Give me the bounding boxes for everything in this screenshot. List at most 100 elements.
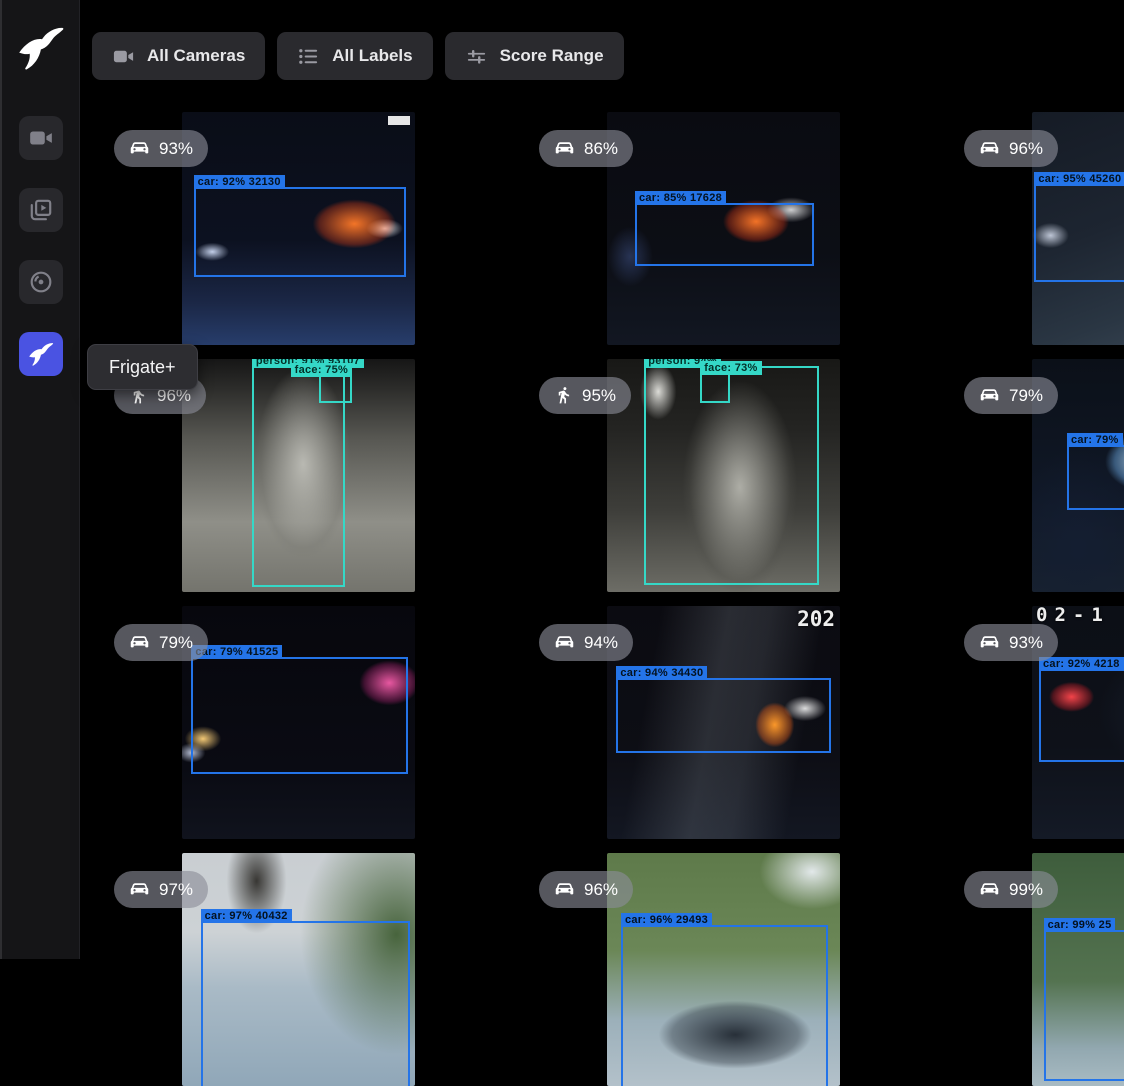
detection-tile[interactable]: car: 79% 79% [936,359,1124,592]
score-value: 79% [159,633,193,653]
detection-tile[interactable]: car: 96% 2949396% [511,853,936,1086]
score-value: 93% [159,139,193,159]
bounding-box-label: face: 75% [291,363,352,377]
disc-icon [28,269,54,295]
timestamp-overlay-fragment: 02-1 00 0 [1036,606,1124,626]
bounding-box-label: car: 97% 40432 [201,909,292,923]
score-badge: 94% [539,624,633,661]
object-bounding-box: car: 79% [1067,445,1124,510]
object-bounding-box: car: 96% 29493 [621,925,828,1086]
detection-tile[interactable]: person: 91% 93107face: 75%96% [86,359,511,592]
bounding-box-label: car: 94% 34430 [616,666,707,680]
timestamp-overlay-fragment: 202 [797,607,835,631]
frigate-bird-icon [28,341,54,367]
person-icon [554,386,573,405]
score-value: 99% [1009,880,1043,900]
car-icon [979,632,1000,653]
score-badge: 96% [964,130,1058,167]
score-badge: 93% [964,624,1058,661]
detection-tile[interactable]: car: 85% 17628 86% [511,112,936,345]
all-labels-filter-button[interactable]: All Labels [277,32,432,80]
car-icon [129,632,150,653]
score-value: 96% [1009,139,1043,159]
car-icon [129,138,150,159]
object-bounding-box: person: 94% [644,366,819,585]
car-icon [979,879,1000,900]
sidebar-item-frigate-plus[interactable] [19,332,63,376]
detection-tile[interactable]: car: 99% 25 99% [936,853,1124,1086]
score-badge: 79% [114,624,208,661]
detection-tile[interactable]: car: 92% 32130 93% [86,112,511,345]
detection-tile[interactable]: car: 79% 4152579% [86,606,511,839]
object-bounding-box: car: 94% 34430 [616,678,830,753]
detection-tile[interactable]: car: 95% 45260 96% [936,112,1124,345]
bounding-box-label: car: 85% 17628 [635,191,726,205]
score-badge: 95% [539,377,631,414]
tooltip-frigate-plus: Frigate+ [87,344,198,390]
detection-tile[interactable]: car: 94% 34430 202 94% [511,606,936,839]
detection-tile[interactable]: person: 94%face: 73%95% [511,359,936,592]
score-value: 96% [584,880,618,900]
bounding-box-label: car: 95% 45260 [1034,172,1124,186]
bounding-box-label: car: 96% 29493 [621,913,712,927]
filter-label: All Labels [332,46,412,66]
sidebar-item-live[interactable] [19,116,63,160]
detection-tile[interactable]: car: 97% 40432 97% [86,853,511,1086]
filter-label: All Cameras [147,46,245,66]
sliders-icon [465,45,488,68]
score-value: 93% [1009,633,1043,653]
car-icon [979,138,1000,159]
thumbnail-image: car: 85% 17628 [607,112,840,345]
object-bounding-box: car: 95% 45260 [1034,184,1124,282]
car-icon [129,879,150,900]
score-range-filter-button[interactable]: Score Range [445,32,624,80]
list-icon [297,45,320,68]
bounding-box-label: car: 79% [1067,433,1123,447]
sidebar-item-export[interactable] [19,260,63,304]
face-bounding-box: face: 75% [319,375,352,403]
all-cameras-filter-button[interactable]: All Cameras [92,32,265,80]
thumbnail-image: person: 94%face: 73% [607,359,840,592]
score-value: 79% [1009,386,1043,406]
car-icon [979,385,1000,406]
score-badge: 96% [539,871,633,908]
camera-icon [112,45,135,68]
camera-icon [28,125,54,151]
object-bounding-box: car: 92% 4218 [1039,669,1124,762]
thumbnail-image: car: 79% 41525 [182,606,415,839]
tooltip-label: Frigate+ [109,357,176,378]
thumbnail-image: car: 92% 32130 [182,112,415,345]
sidebar-item-review[interactable] [19,188,63,232]
video-library-icon [28,197,54,223]
score-badge: 79% [964,377,1058,414]
score-value: 94% [584,633,618,653]
car-icon [554,879,575,900]
object-bounding-box: car: 85% 17628 [635,203,814,266]
score-value: 95% [582,386,616,406]
object-bounding-box: car: 92% 32130 [194,187,406,278]
frigate-logo [17,22,65,74]
score-value: 86% [584,139,618,159]
bounding-box-label: car: 92% 4218 [1039,657,1124,671]
score-badge: 93% [114,130,208,167]
bounding-box-label: car: 92% 32130 [194,175,285,189]
object-bounding-box: car: 97% 40432 [201,921,411,1086]
car-icon [554,632,575,653]
sidebar [0,0,80,959]
score-value: 97% [159,880,193,900]
thumbnail-image: car: 96% 29493 [607,853,840,1086]
detections-grid: car: 92% 32130 93% car: 85% 17628 86% car: 9… [86,112,1124,1086]
score-badge: 97% [114,871,208,908]
face-bounding-box: face: 73% [700,373,730,403]
thumbnail-image: person: 91% 93107face: 75% [182,359,415,592]
thumbnail-image: car: 97% 40432 [182,853,415,1086]
filter-label: Score Range [500,46,604,66]
object-bounding-box: car: 99% 25 [1044,930,1124,1081]
sidebar-nav [19,116,63,376]
bounding-box-label: car: 99% 25 [1044,918,1116,932]
detection-tile[interactable]: car: 92% 4218 02-1 00 0 93% [936,606,1124,839]
score-badge: 86% [539,130,633,167]
filter-bar: All Cameras All Labels Score Range [92,32,624,80]
bounding-box-label: face: 73% [700,361,761,375]
score-badge: 99% [964,871,1058,908]
